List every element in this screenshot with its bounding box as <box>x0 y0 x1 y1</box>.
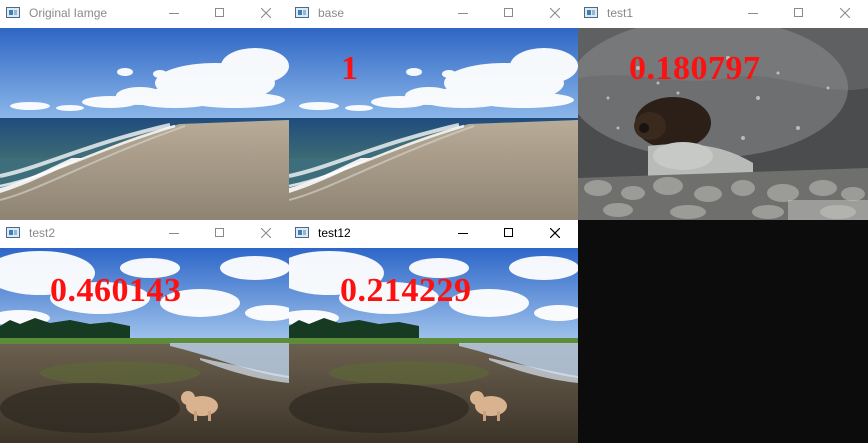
minimize-icon[interactable] <box>440 0 486 28</box>
window-title: test2 <box>29 226 56 240</box>
app-icon <box>6 7 20 18</box>
maximize-icon[interactable] <box>776 0 822 28</box>
window-title: base <box>318 6 345 20</box>
beach-image <box>289 28 578 220</box>
window-title: Original Iamge <box>29 6 108 20</box>
maximize-icon[interactable] <box>486 220 532 248</box>
close-icon[interactable] <box>532 0 578 28</box>
image-view: 0.214229 <box>289 248 578 443</box>
title-bar[interactable]: test1 <box>578 0 868 28</box>
window-base: base 1 <box>289 0 578 220</box>
window-test1: test1 0.180797 <box>578 0 868 220</box>
window-title: test12 <box>318 226 351 240</box>
window-test12: test12 0.214229 <box>289 220 578 443</box>
minimize-icon[interactable] <box>151 0 197 28</box>
image-view: 1 <box>289 28 578 220</box>
title-bar[interactable]: Original Iamge <box>0 0 289 28</box>
similarity-score: 1 <box>341 50 359 87</box>
maximize-icon[interactable] <box>486 0 532 28</box>
window-test2: test2 0.460143 <box>0 220 289 443</box>
app-icon <box>295 227 309 238</box>
maximize-icon[interactable] <box>197 0 243 28</box>
close-icon[interactable] <box>243 0 289 28</box>
close-icon[interactable] <box>822 0 868 28</box>
similarity-score: 0.214229 <box>340 272 472 309</box>
image-view: 0.180797 <box>578 28 868 220</box>
minimize-icon[interactable] <box>440 220 486 248</box>
title-bar[interactable]: test12 <box>289 220 578 248</box>
maximize-icon[interactable] <box>197 220 243 248</box>
app-icon <box>584 7 598 18</box>
app-icon <box>295 7 309 18</box>
title-bar[interactable]: test2 <box>0 220 289 248</box>
desktop-background <box>578 220 868 443</box>
close-icon[interactable] <box>532 220 578 248</box>
window-title: test1 <box>607 6 634 20</box>
minimize-icon[interactable] <box>151 220 197 248</box>
image-view <box>0 28 289 220</box>
app-icon <box>6 227 20 238</box>
beach-image <box>0 28 289 220</box>
close-icon[interactable] <box>243 220 289 248</box>
similarity-score: 0.180797 <box>629 50 761 87</box>
similarity-score: 0.460143 <box>50 272 182 309</box>
image-view: 0.460143 <box>0 248 289 443</box>
title-bar[interactable]: base <box>289 0 578 28</box>
window-original: Original Iamge <box>0 0 289 220</box>
minimize-icon[interactable] <box>730 0 776 28</box>
